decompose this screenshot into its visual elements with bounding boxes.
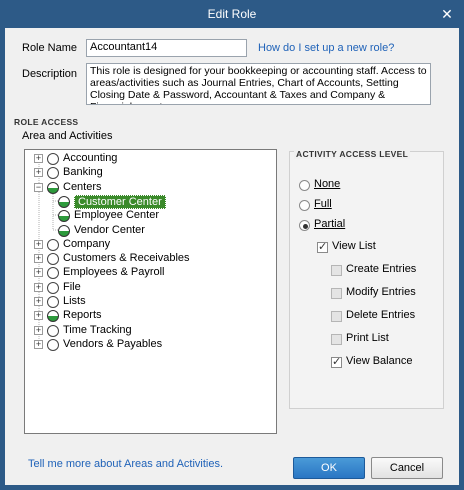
tree-item[interactable]: Employee Center: [25, 209, 275, 223]
areas-help-link[interactable]: Tell me more about Areas and Activities.: [28, 458, 223, 470]
role-name-input[interactable]: Accountant14: [86, 39, 247, 57]
tree-item-label: Time Tracking: [63, 323, 132, 336]
access-option-label[interactable]: Modify Entries: [346, 286, 416, 298]
tree-item[interactable]: − Centers: [25, 181, 275, 195]
expand-icon[interactable]: +: [34, 297, 43, 306]
role-name-label: Role Name: [22, 42, 78, 54]
no-access-icon: [47, 267, 59, 280]
partial-access-icon: [58, 195, 70, 208]
expand-icon[interactable]: +: [34, 325, 43, 335]
expand-icon[interactable]: +: [34, 168, 43, 178]
tree-item[interactable]: Vendor Center: [25, 224, 275, 238]
access-none-radio[interactable]: [299, 180, 310, 191]
access-option-checkbox[interactable]: [331, 265, 342, 276]
edit-role-dialog: Edit Role ✕ Role Name Accountant14 How d…: [0, 0, 464, 490]
access-partial-text: Partial: [314, 218, 346, 230]
access-full-text: Full: [314, 198, 332, 210]
access-level-heading: ACTIVITY ACCESS LEVEL: [294, 149, 411, 159]
tree-item-label: Customers & Receivables: [63, 252, 190, 265]
no-access-icon: [47, 238, 59, 251]
access-option-label[interactable]: View Balance: [346, 355, 412, 367]
tree-item-label: Company: [63, 237, 111, 250]
ok-button[interactable]: OK: [293, 457, 365, 479]
collapse-icon[interactable]: −: [34, 182, 43, 192]
no-access-icon: [47, 281, 59, 294]
tree-item-label: Accounting: [63, 152, 118, 164]
tree-label: Area and Activities: [22, 130, 113, 142]
access-option-checkbox[interactable]: [331, 288, 342, 299]
dialog-title: Edit Role: [207, 7, 257, 21]
tree-item-label: Reports: [63, 309, 102, 322]
access-option-label[interactable]: Print List: [346, 332, 389, 344]
tree-item-label: Employees & Payroll: [63, 266, 165, 279]
access-option-label[interactable]: Delete Entries: [346, 309, 415, 321]
tree-item-label: Centers: [63, 180, 102, 193]
description-textarea[interactable]: This role is designed for your bookkeepi…: [86, 63, 431, 105]
no-access-icon: [47, 296, 59, 308]
tree-item-label: Lists: [63, 295, 86, 307]
expand-icon[interactable]: +: [34, 268, 43, 278]
tree-item[interactable]: + Accounting: [25, 152, 275, 166]
no-access-icon: [47, 167, 59, 180]
access-none-label[interactable]: None: [314, 178, 340, 190]
access-option-checkbox[interactable]: [317, 240, 328, 253]
access-none-text: None: [314, 178, 341, 190]
access-level-panel: ACTIVITY ACCESS LEVEL None Full Partial …: [289, 149, 444, 409]
access-option-label[interactable]: Create Entries: [346, 263, 416, 275]
expand-icon[interactable]: +: [34, 282, 43, 292]
tree-item-label: Vendor Center: [74, 223, 145, 236]
access-option-label[interactable]: View List: [332, 240, 376, 252]
tree-item[interactable]: Customer Center: [25, 194, 275, 209]
no-access-icon: [47, 338, 59, 351]
expand-icon[interactable]: +: [34, 239, 43, 249]
partial-access-icon: [58, 224, 70, 237]
title-bar: Edit Role ✕: [0, 0, 464, 28]
partial-access-icon: [47, 310, 59, 323]
role-access-heading: ROLE ACCESS: [14, 117, 79, 127]
role-help-link[interactable]: How do I set up a new role?: [258, 42, 394, 54]
access-full-label[interactable]: Full: [314, 198, 332, 210]
tree-item[interactable]: + File: [25, 281, 275, 295]
tree-item[interactable]: + Company: [25, 238, 275, 252]
access-option-checkbox[interactable]: [331, 355, 342, 368]
access-option-checkbox[interactable]: [331, 334, 342, 345]
tree-item[interactable]: + Banking: [25, 166, 275, 180]
access-option-checkbox[interactable]: [331, 311, 342, 322]
no-access-icon: [47, 324, 59, 337]
expand-icon[interactable]: +: [34, 311, 43, 321]
tree-item-label: Employee Center: [74, 209, 159, 222]
area-activities-tree[interactable]: + Accounting + Banking − Centers Customer Cent…: [24, 149, 277, 434]
dialog-body: Role Name Accountant14 How do I set up a…: [5, 28, 459, 485]
access-partial-radio[interactable]: [299, 220, 310, 231]
no-access-icon: [47, 253, 59, 266]
partial-access-icon: [58, 210, 70, 223]
description-label: Description: [22, 68, 78, 80]
expand-icon[interactable]: +: [34, 339, 43, 349]
partial-access-icon: [47, 181, 59, 194]
tree-item[interactable]: + Lists: [25, 295, 275, 309]
tree-item-label: Vendors & Payables: [63, 337, 163, 350]
tree-item[interactable]: + Employees & Payroll: [25, 266, 275, 280]
tree-item-label: Banking: [63, 166, 103, 179]
tree-item[interactable]: + Time Tracking: [25, 324, 275, 338]
no-access-icon: [47, 153, 59, 165]
access-full-radio[interactable]: [299, 200, 310, 211]
cancel-button[interactable]: Cancel: [371, 457, 443, 479]
expand-icon[interactable]: +: [34, 254, 43, 264]
tree-item[interactable]: + Customers & Receivables: [25, 252, 275, 266]
close-icon[interactable]: ✕: [438, 5, 456, 23]
expand-icon[interactable]: +: [34, 154, 43, 163]
tree-item[interactable]: + Vendors & Payables: [25, 338, 275, 352]
tree-item-label: File: [63, 280, 81, 293]
tree-item-label: Customer Center: [74, 194, 166, 209]
access-partial-label[interactable]: Partial: [314, 218, 345, 230]
tree-item[interactable]: + Reports: [25, 309, 275, 323]
